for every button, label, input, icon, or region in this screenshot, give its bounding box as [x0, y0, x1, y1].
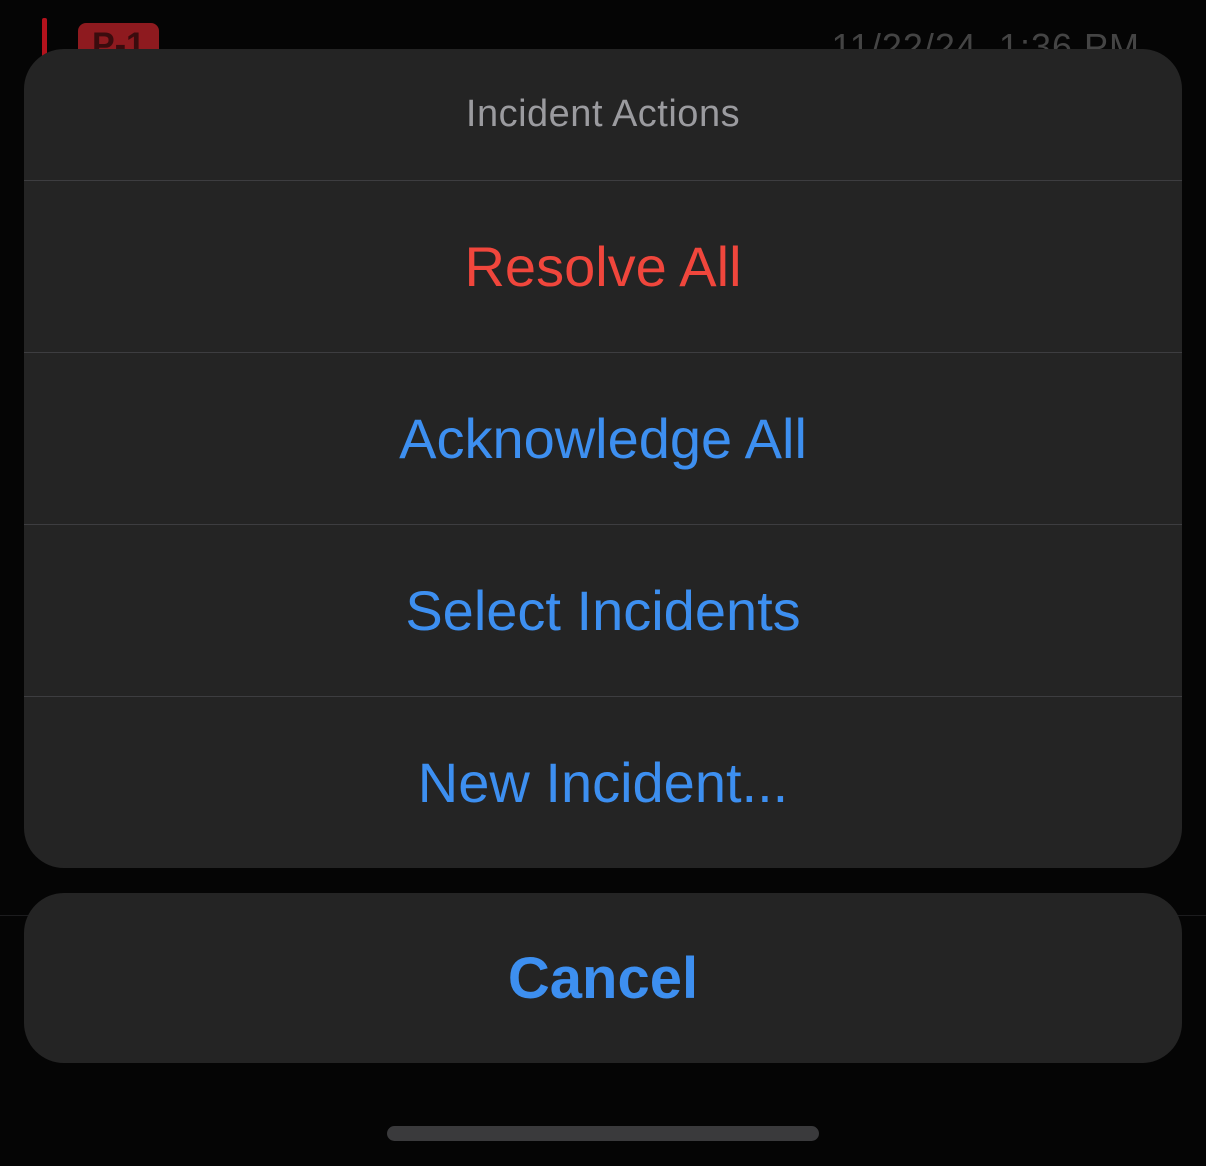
- screen: P-1 11/22/24, 1:36 PM Incident Actions R…: [0, 0, 1206, 1166]
- home-indicator[interactable]: [387, 1126, 819, 1141]
- cancel-button[interactable]: Cancel: [24, 893, 1182, 1063]
- select-incidents-button[interactable]: Select Incidents: [24, 525, 1182, 697]
- resolve-all-button[interactable]: Resolve All: [24, 181, 1182, 353]
- action-sheet-title: Incident Actions: [24, 49, 1182, 181]
- new-incident-button[interactable]: New Incident...: [24, 697, 1182, 868]
- acknowledge-all-button[interactable]: Acknowledge All: [24, 353, 1182, 525]
- action-sheet: Incident Actions Resolve All Acknowledge…: [24, 49, 1182, 868]
